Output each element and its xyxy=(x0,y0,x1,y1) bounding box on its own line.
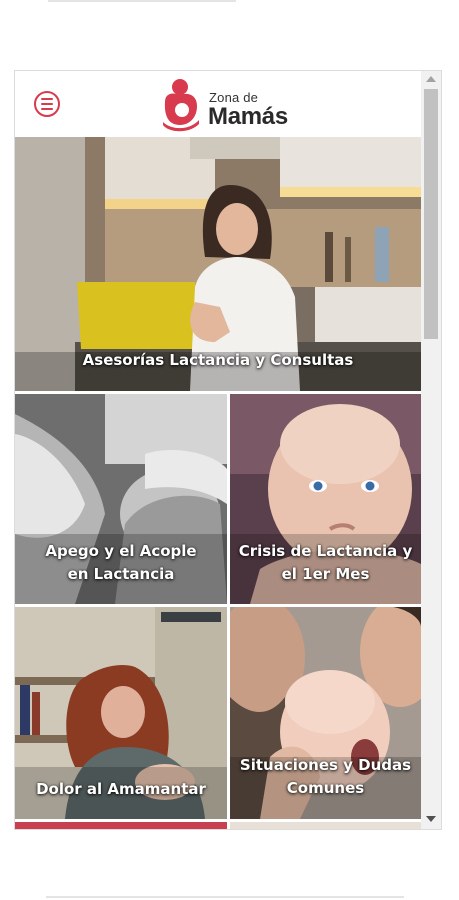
tile-crisis[interactable]: Crisis de Lactancia y el 1er Mes xyxy=(230,394,421,604)
vertical-scrollbar[interactable] xyxy=(421,71,441,829)
logo-text-big: Mamás xyxy=(208,103,288,130)
site-logo[interactable]: Zona de Mamás xyxy=(161,78,301,132)
tile-dolor[interactable]: Dolor al Amamantar xyxy=(15,607,227,819)
webview-frame: Zona de Mamás Asesorías Lactancia y Cons… xyxy=(14,70,442,830)
hamburger-menu-icon xyxy=(41,98,53,100)
mother-baby-logo-icon xyxy=(163,79,199,132)
tile-label: Dolor al Amamantar xyxy=(36,780,206,798)
page-content: Zona de Mamás Asesorías Lactancia y Cons… xyxy=(15,71,421,829)
top-divider xyxy=(48,0,236,2)
bottom-divider xyxy=(46,896,404,898)
tile-label: Asesorías Lactancia y Consultas xyxy=(82,351,354,369)
tile-next-right[interactable] xyxy=(230,822,421,829)
menu-button[interactable] xyxy=(34,91,60,117)
tile-asesorias[interactable]: Asesorías Lactancia y Consultas xyxy=(15,137,421,391)
site-header: Zona de Mamás xyxy=(15,71,421,137)
tile-label: Crisis de Lactancia y el 1er Mes xyxy=(238,542,413,583)
tile-situaciones[interactable]: Situaciones y Dudas Comunes xyxy=(230,607,421,819)
tile-next-left[interactable] xyxy=(15,822,227,829)
tile-label: Apego y el Acople en Lactancia xyxy=(45,542,197,583)
scroll-down-arrow-icon[interactable] xyxy=(426,816,436,822)
tile-label: Situaciones y Dudas Comunes xyxy=(239,756,412,797)
tile-apego[interactable]: Apego y el Acople en Lactancia xyxy=(15,394,227,604)
scrollbar-thumb[interactable] xyxy=(424,89,438,339)
scroll-up-arrow-icon[interactable] xyxy=(426,76,436,82)
